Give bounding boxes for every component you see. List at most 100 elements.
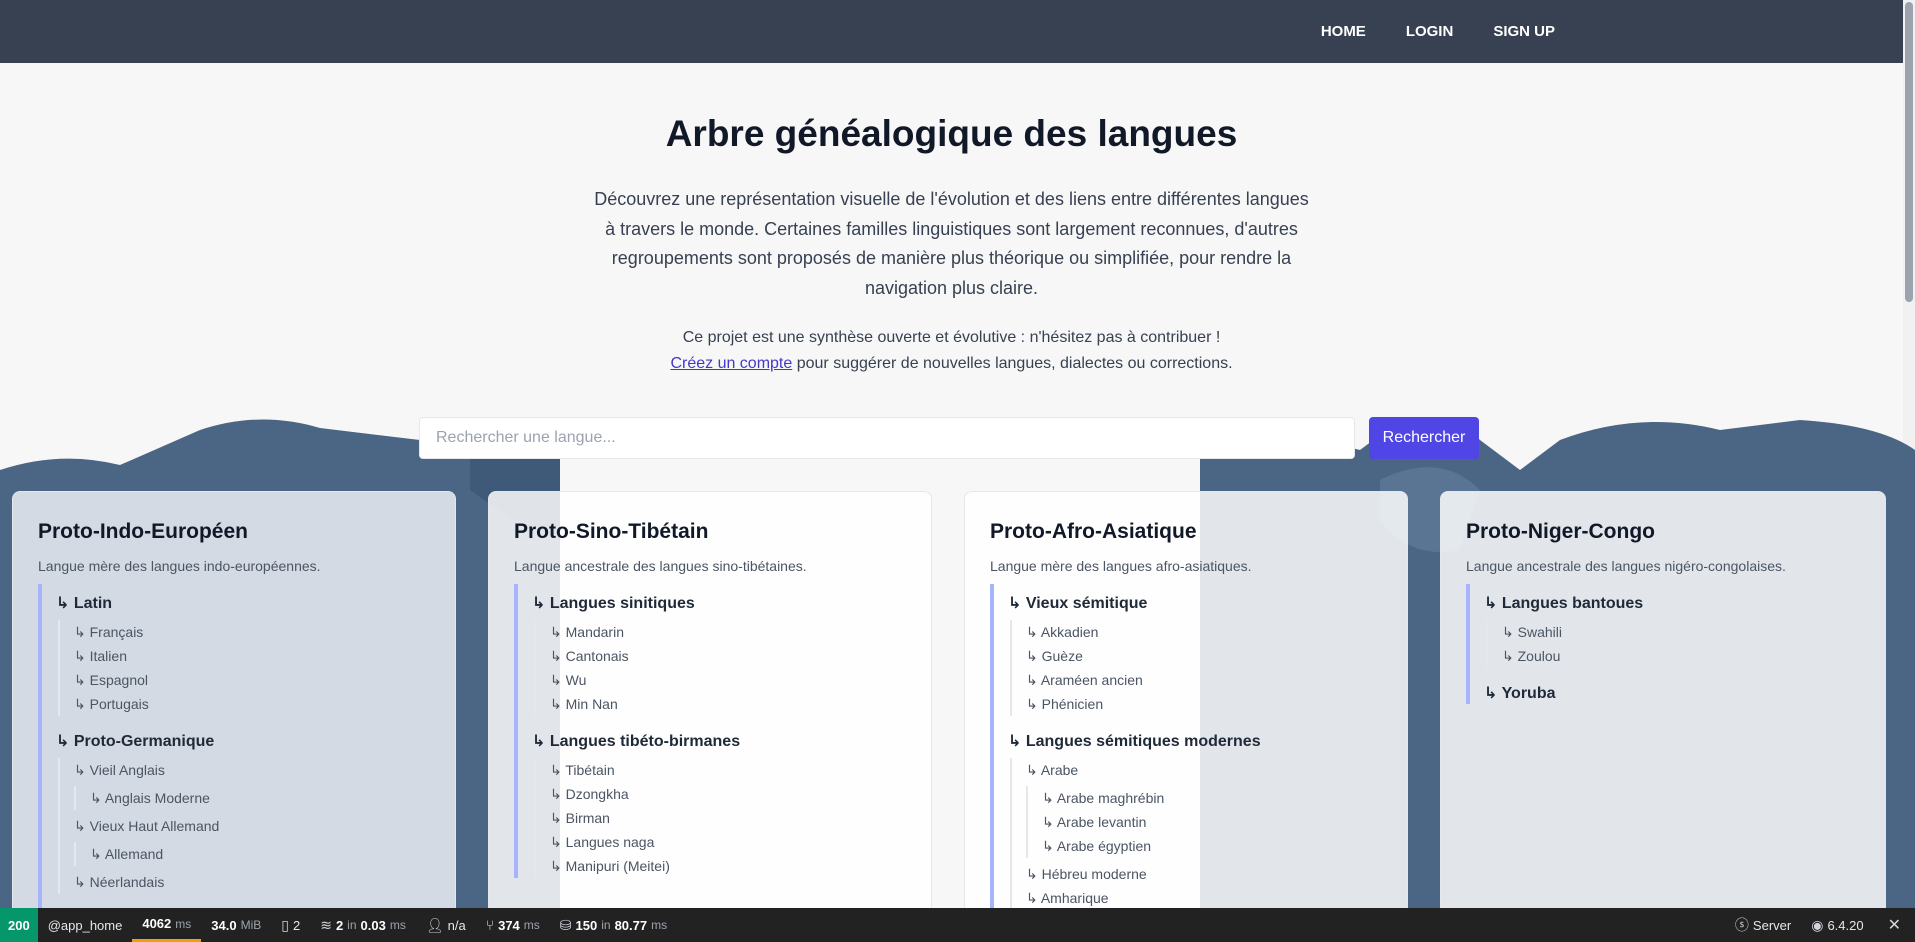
language-tree: ↳ Langues sinitiques ↳ Mandarin ↳ Canton… bbox=[514, 584, 906, 878]
server-panel[interactable]: ⓢ Server bbox=[1725, 908, 1801, 942]
forms-count: 2 bbox=[292, 917, 301, 933]
tree-leaf[interactable]: ↳ Arabe égyptien bbox=[1042, 834, 1382, 858]
security-panel[interactable]: 👤︎ n/a bbox=[416, 908, 476, 942]
card-title: Proto-Sino-Tibétain bbox=[514, 520, 709, 543]
tree-leaf[interactable]: ↳ Portugais bbox=[74, 692, 430, 716]
close-icon[interactable]: ✕ bbox=[1874, 915, 1915, 935]
memory-unit: MiB bbox=[240, 918, 262, 932]
nav-login-link[interactable]: LOGIN bbox=[1406, 23, 1454, 40]
tree-leaf[interactable]: ↳ Swahili bbox=[1502, 620, 1860, 644]
language-search-input[interactable] bbox=[419, 417, 1355, 459]
tree-leaf[interactable]: ↳ Vieux Haut Allemand bbox=[74, 814, 430, 838]
tree-leaf[interactable]: ↳ Espagnol bbox=[74, 668, 430, 692]
tree-leaf[interactable]: ↳ Mandarin bbox=[550, 620, 906, 644]
create-account-link[interactable]: Créez un compte bbox=[670, 355, 792, 372]
status-code-badge[interactable]: 200 bbox=[0, 908, 38, 942]
tree-leaf[interactable]: ↳ Arabe maghrébin bbox=[1042, 786, 1382, 810]
tree-sublist: ↳ Akkadien ↳ Guèze ↳ Araméen ancien ↳ Ph… bbox=[1010, 620, 1382, 716]
tree-leaf[interactable]: ↳ Araméen ancien bbox=[1026, 668, 1382, 692]
tree-sublist: ↳ Arabe ↳ Arabe maghrébin ↳ Arabe levant… bbox=[1010, 758, 1382, 910]
cache-in: in bbox=[347, 918, 357, 932]
tree-leaf[interactable]: ↳ Wu bbox=[550, 668, 906, 692]
route-label: @app_home bbox=[47, 917, 123, 933]
version-label: 6.4.20 bbox=[1827, 917, 1864, 933]
tree-leaf[interactable]: ↳ Birman bbox=[550, 806, 906, 830]
tree-group-label[interactable]: ↳ Langues bantoues bbox=[1484, 584, 1860, 614]
version-panel[interactable]: ◉ 6.4.20 bbox=[1801, 908, 1873, 942]
top-navbar: HOME LOGIN SIGN UP bbox=[0, 0, 1915, 63]
card-title: Proto-Niger-Congo bbox=[1466, 520, 1655, 543]
nav-home-link[interactable]: HOME bbox=[1321, 23, 1366, 40]
tree-leaf[interactable]: ↳ Cantonais bbox=[550, 644, 906, 668]
card-description: Langue mère des langues afro-asiatiques. bbox=[990, 558, 1252, 574]
tree-leaf[interactable]: ↳ Italien bbox=[74, 644, 430, 668]
tree-group-label[interactable]: ↳ Vieux sémitique bbox=[1008, 584, 1382, 614]
tree-leaf[interactable]: ↳ Dzongkha bbox=[550, 782, 906, 806]
user-icon: 👤︎ bbox=[425, 916, 444, 933]
tree-leaf[interactable]: ↳ Hébreu moderne bbox=[1026, 862, 1382, 886]
tree-group-label[interactable]: ↳ Langues sinitiques bbox=[532, 584, 906, 614]
language-tree: ↳ Langues bantoues ↳ Swahili ↳ Zoulou ↳ … bbox=[1466, 584, 1860, 704]
language-tree: ↳ Latin ↳ Français ↳ Italien ↳ Espagnol … bbox=[38, 584, 430, 930]
db-in: in bbox=[601, 918, 611, 932]
memory-value: 34.0 bbox=[211, 917, 237, 933]
db-queries: 150 bbox=[575, 917, 598, 933]
search-button[interactable]: Rechercher bbox=[1369, 417, 1479, 459]
page-title: Arbre généalogique des langues bbox=[665, 113, 1238, 154]
tree-leaf[interactable]: ↳ Langues naga bbox=[550, 830, 906, 854]
tree-leaf[interactable]: ↳ Tibétain bbox=[550, 758, 906, 782]
tree-leaf[interactable]: ↳ Arabe bbox=[1026, 758, 1382, 782]
tree-sublist-nested: ↳ Anglais Moderne bbox=[74, 786, 430, 810]
tree-leaf[interactable]: ↳ Néerlandais bbox=[74, 870, 430, 894]
symfony-icon: ⓢ bbox=[1734, 917, 1749, 933]
intro-text: Découvrez une représentation visuelle de… bbox=[594, 189, 1309, 298]
database-icon: ⛁ bbox=[559, 916, 572, 933]
tree-group-label[interactable]: ↳ Proto-Germanique bbox=[56, 722, 430, 752]
tree-sublist-nested: ↳ Arabe maghrébin ↳ Arabe levantin ↳ Ara… bbox=[1026, 786, 1382, 858]
card-description: Langue mère des langues indo-européennes… bbox=[38, 558, 321, 574]
tree-leaf[interactable]: ↳ Allemand bbox=[90, 842, 430, 866]
note-line-2: pour suggérer de nouvelles langues, dial… bbox=[792, 355, 1233, 372]
server-label: Server bbox=[1752, 917, 1792, 933]
tree-sublist: ↳ Swahili ↳ Zoulou bbox=[1486, 620, 1860, 668]
tree-leaf[interactable]: ↳ Français bbox=[74, 620, 430, 644]
tree-leaf[interactable]: ↳ Guèze bbox=[1026, 644, 1382, 668]
cache-panel[interactable]: ≋ 2 in 0.03 ms bbox=[310, 908, 416, 942]
debug-toolbar: 200 @app_home 4062 ms 34.0 MiB ▯ 2 ≋ 2 in 0.03… bbox=[0, 908, 1915, 942]
layers-icon: ≋ bbox=[320, 916, 332, 933]
tree-leaf[interactable]: ↳ Phénicien bbox=[1026, 692, 1382, 716]
nav-signup-link[interactable]: SIGN UP bbox=[1493, 23, 1555, 40]
request-time[interactable]: 4062 ms bbox=[132, 908, 202, 942]
time-value: 4062 bbox=[142, 916, 172, 931]
tree-leaf[interactable]: ↳ Amharique bbox=[1026, 886, 1382, 910]
db-time: 80.77 bbox=[614, 917, 648, 933]
tree-group-label[interactable]: ↳ Latin bbox=[56, 584, 430, 614]
tree-leaf[interactable]: ↳ Anglais Moderne bbox=[90, 786, 430, 810]
search-bar: Rechercher bbox=[419, 417, 1479, 459]
tree-leaf[interactable]: ↳ Manipuri (Meitei) bbox=[550, 854, 906, 878]
tree-leaf[interactable]: ↳ Arabe levantin bbox=[1042, 810, 1382, 834]
memory-usage[interactable]: 34.0 MiB bbox=[201, 908, 271, 942]
tree-group-label[interactable]: ↳ Langues sémitiques modernes bbox=[1008, 722, 1382, 752]
family-card-sino-tibetan: Proto-Sino-Tibétain Langue ancestrale de… bbox=[488, 491, 932, 931]
card-description: Langue ancestrale des langues nigéro-con… bbox=[1466, 558, 1786, 574]
tree-group-label[interactable]: ↳ Langues tibéto-birmanes bbox=[532, 722, 906, 752]
language-tree: ↳ Vieux sémitique ↳ Akkadien ↳ Guèze ↳ A… bbox=[990, 584, 1382, 910]
tree-leaf[interactable]: ↳ Vieil Anglais bbox=[74, 758, 430, 782]
twig-panel[interactable]: ⑂ 374 ms bbox=[476, 908, 550, 942]
twig-icon: ⑂ bbox=[485, 917, 495, 933]
tree-leaf[interactable]: ↳ Akkadien bbox=[1026, 620, 1382, 644]
route-name[interactable]: @app_home bbox=[38, 908, 133, 942]
document-icon: ▯ bbox=[281, 916, 289, 933]
twig-unit: ms bbox=[523, 918, 540, 932]
tree-leaf[interactable]: ↳ Zoulou bbox=[1502, 644, 1860, 668]
cache-time: 0.03 bbox=[360, 917, 386, 933]
twig-time: 374 bbox=[498, 917, 520, 933]
tree-sublist: ↳ Vieil Anglais ↳ Anglais Moderne ↳ Vieu… bbox=[58, 758, 430, 894]
forms-panel[interactable]: ▯ 2 bbox=[271, 908, 310, 942]
scrollbar-thumb[interactable] bbox=[1905, 2, 1913, 302]
tree-leaf[interactable]: ↳ Min Nan bbox=[550, 692, 906, 716]
database-panel[interactable]: ⛁ 150 in 80.77 ms bbox=[550, 908, 677, 942]
symfony-logo-icon: ◉ bbox=[1811, 916, 1824, 933]
tree-group-label[interactable]: ↳ Yoruba bbox=[1484, 674, 1860, 704]
